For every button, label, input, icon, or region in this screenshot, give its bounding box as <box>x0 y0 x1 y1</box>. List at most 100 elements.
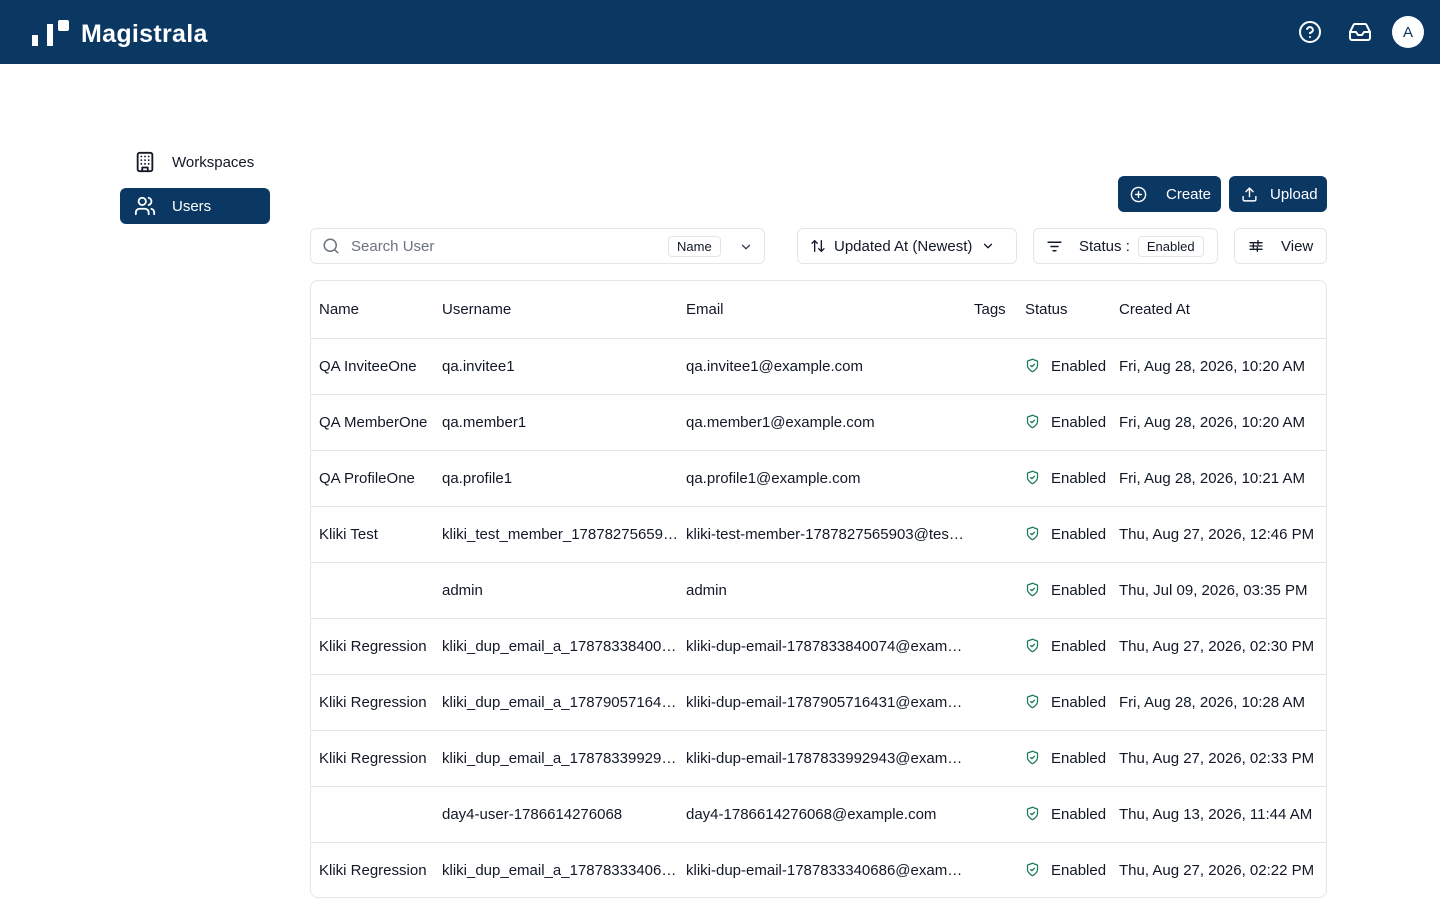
cell-email: qa.member1@example.com <box>678 394 966 451</box>
cell-created-at: Fri, Aug 28, 2026, 10:20 AM <box>1111 394 1326 451</box>
status-filter[interactable]: Status : Enabled <box>1033 228 1218 264</box>
cell-status: Enabled <box>1017 786 1111 843</box>
table-row[interactable]: QA InviteeOne qa.invitee1 qa.invitee1@exam… <box>311 338 1326 395</box>
sort-label: Updated At (Newest) <box>834 237 973 255</box>
cell-status: Enabled <box>1017 618 1111 675</box>
sliders-icon <box>1248 238 1264 254</box>
users-icon <box>133 194 157 218</box>
status-badge: Enabled <box>1025 526 1111 543</box>
cell-name: QA InviteeOne <box>311 338 434 395</box>
sort-arrows-icon <box>810 238 826 254</box>
cell-created-at: Thu, Aug 27, 2026, 02:33 PM <box>1111 730 1326 787</box>
table-row[interactable]: Kliki Test kliki_test_member_178782756590… <box>311 506 1326 563</box>
shield-check-icon <box>1025 358 1041 374</box>
column-header-tags[interactable]: Tags <box>966 281 1017 339</box>
cell-created-at: Thu, Aug 13, 2026, 11:44 AM <box>1111 786 1326 843</box>
table-row[interactable]: day4-user-1786614276068 day4-178661427606… <box>311 786 1326 843</box>
cell-username: admin <box>434 562 678 619</box>
cell-name: Kliki Regression <box>311 730 434 787</box>
sidebar-item-workspaces[interactable]: Workspaces <box>120 144 270 180</box>
cell-status: Enabled <box>1017 394 1111 451</box>
column-header-created-at[interactable]: Created At <box>1111 281 1326 339</box>
table-row[interactable]: Kliki Regression kliki_dup_email_a_178783… <box>311 730 1326 787</box>
cell-email: kliki-dup-email-1787905716431@exampl… <box>678 674 966 731</box>
cell-username: qa.invitee1 <box>434 338 678 395</box>
user-avatar[interactable]: A <box>1392 16 1424 48</box>
cell-tags <box>966 506 1017 563</box>
logo-mark-icon <box>32 18 70 48</box>
status-text: Enabled <box>1051 861 1107 879</box>
cell-username: kliki_dup_email_a_1787833840074 <box>434 618 678 675</box>
status-text: Enabled <box>1051 637 1107 655</box>
inbox-icon[interactable] <box>1348 20 1372 44</box>
sidebar-item-users[interactable]: Users <box>120 188 270 224</box>
search-icon <box>322 237 340 255</box>
cell-name <box>311 562 434 619</box>
table-row[interactable]: QA MemberOne qa.member1 qa.member1@example… <box>311 394 1326 451</box>
shield-check-icon <box>1025 526 1041 542</box>
cell-created-at: Thu, Aug 27, 2026, 02:30 PM <box>1111 618 1326 675</box>
upload-button[interactable]: Upload <box>1229 176 1327 212</box>
cell-created-at: Fri, Aug 28, 2026, 10:28 AM <box>1111 674 1326 731</box>
table-row[interactable]: Kliki Regression kliki_dup_email_a_178783… <box>311 618 1326 675</box>
column-header-username[interactable]: Username <box>434 281 678 339</box>
cell-status: Enabled <box>1017 730 1111 787</box>
status-filter-label: Status : <box>1079 237 1130 255</box>
cell-name: Kliki Regression <box>319 861 427 879</box>
search-field-value: Name <box>668 235 721 257</box>
cell-tags <box>966 562 1017 619</box>
cell-name: QA MemberOne <box>311 394 434 451</box>
building-icon <box>133 150 157 174</box>
shield-check-icon <box>1025 638 1041 654</box>
cell-email: kliki-dup-email-1787833340686@exam… <box>686 861 963 879</box>
app-name: Magistrala <box>81 19 208 48</box>
cell-email: day4-1786614276068@example.com <box>678 786 966 843</box>
sort-select[interactable]: Updated At (Newest) <box>797 228 1017 264</box>
help-circle-icon[interactable] <box>1298 20 1322 44</box>
column-header-name[interactable]: Name <box>311 281 434 339</box>
table-row[interactable]: Kliki Regression kliki_dup_email_a_178790… <box>311 674 1326 731</box>
table-row[interactable]: admin admin Enabled Thu, Jul 09, 2026, 03:3… <box>311 562 1326 619</box>
table-row[interactable]: Kliki Regression kliki_dup_email_a_178783… <box>311 842 1326 897</box>
users-table: Name Username Email Tags Status Created … <box>310 280 1327 898</box>
create-button[interactable]: Create <box>1118 176 1221 212</box>
status-text: Enabled <box>1051 693 1107 711</box>
shield-check-icon <box>1025 470 1041 486</box>
app-logo[interactable]: Magistrala <box>32 18 208 48</box>
shield-check-icon <box>1025 862 1041 878</box>
sidebar-item-label: Users <box>172 197 212 215</box>
upload-button-label: Upload <box>1270 185 1318 203</box>
cell-username: kliki_dup_email_a_1787833992943 <box>434 730 678 787</box>
cell-status: Enabled <box>1017 842 1111 897</box>
sidebar-item-label: Workspaces <box>172 153 255 171</box>
search-field-select[interactable]: Name <box>649 229 765 263</box>
cell-tags <box>966 786 1017 843</box>
cell-name: Kliki Regression <box>311 674 434 731</box>
column-header-email[interactable]: Email <box>678 281 966 339</box>
cell-tags <box>966 842 1017 897</box>
cell-status: Enabled <box>1017 674 1111 731</box>
shield-check-icon <box>1025 806 1041 822</box>
status-badge: Enabled <box>1025 806 1111 823</box>
table-row[interactable]: QA ProfileOne qa.profile1 qa.profile1@exam… <box>311 450 1326 507</box>
status-text: Enabled <box>1051 357 1107 375</box>
cell-email: qa.invitee1@example.com <box>678 338 966 395</box>
column-header-status[interactable]: Status <box>1017 281 1111 339</box>
cell-email: kliki-dup-email-1787833992943@exam… <box>678 730 966 787</box>
cell-tags <box>966 730 1017 787</box>
cell-email: kliki-test-member-1787827565903@test… <box>678 506 966 563</box>
cell-name: QA ProfileOne <box>311 450 434 507</box>
status-text: Enabled <box>1051 469 1107 487</box>
cell-username: qa.member1 <box>434 394 678 451</box>
cell-username: kliki_dup_email_a_1787833340686 <box>442 861 678 879</box>
cell-username: kliki_test_member_1787827565903 <box>434 506 678 563</box>
view-options-button[interactable]: View <box>1234 228 1327 264</box>
status-badge: Enabled <box>1025 862 1111 879</box>
table-header-row: Name Username Email Tags Status Created … <box>311 281 1326 339</box>
cell-status: Enabled <box>1017 562 1111 619</box>
cell-tags <box>966 338 1017 395</box>
status-text: Enabled <box>1051 805 1107 823</box>
cell-tags <box>966 674 1017 731</box>
search-input[interactable] <box>351 235 641 257</box>
status-filter-value: Enabled <box>1137 235 1204 257</box>
